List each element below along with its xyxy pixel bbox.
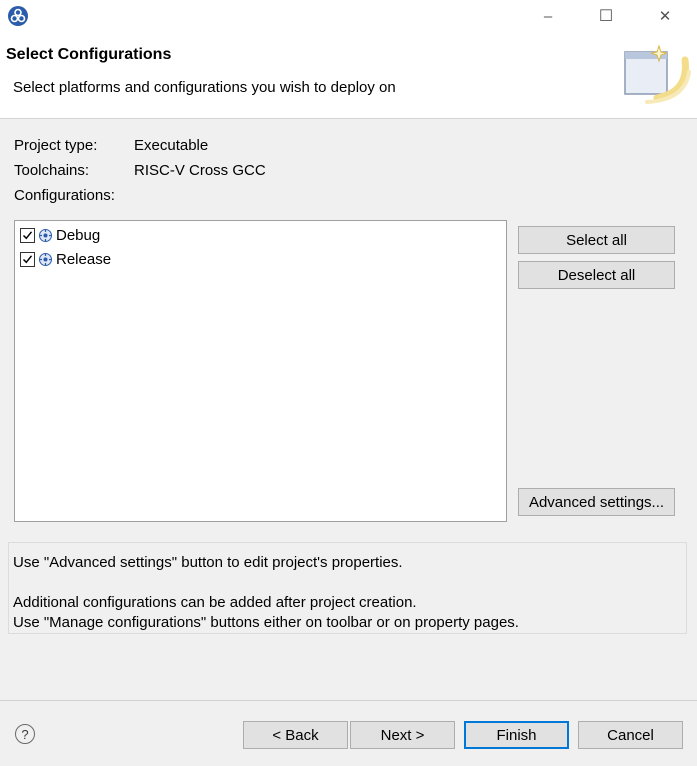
info-line: Additional configurations can be added a…	[13, 594, 417, 611]
wizard-header: Select Configurations Select platforms a…	[0, 34, 697, 119]
configuration-icon	[39, 252, 52, 266]
cancel-button[interactable]: Cancel	[578, 721, 683, 749]
info-line: Use "Advanced settings" button to edit p…	[13, 554, 403, 571]
list-item-debug[interactable]: Debug	[20, 224, 100, 246]
configuration-label: Release	[56, 250, 112, 268]
eclipse-app-icon	[8, 6, 28, 26]
minimize-button[interactable]: –	[533, 4, 563, 28]
checkmark-icon	[22, 254, 33, 263]
project-type-value: Executable	[134, 137, 209, 154]
select-all-button[interactable]: Select all	[518, 226, 675, 254]
list-item-release[interactable]: Release	[20, 248, 111, 270]
close-button[interactable]: ✕	[650, 4, 680, 28]
project-type-label: Project type:	[14, 137, 98, 154]
page-title: Select Configurations	[6, 46, 172, 63]
toolchains-label: Toolchains:	[14, 162, 90, 179]
finish-button[interactable]: Finish	[464, 721, 569, 749]
info-panel: Use "Advanced settings" button to edit p…	[8, 542, 687, 634]
configurations-label: Configurations:	[14, 187, 115, 204]
info-line: Use "Manage configurations" buttons eith…	[13, 614, 519, 631]
checkmark-icon	[22, 230, 33, 239]
title-bar: – ☐ ✕	[0, 0, 697, 34]
maximize-button[interactable]: ☐	[591, 4, 621, 28]
deselect-all-button[interactable]: Deselect all	[518, 261, 675, 289]
page-description: Select platforms and configurations you …	[13, 79, 396, 96]
help-icon[interactable]: ?	[15, 724, 35, 744]
checkbox-debug[interactable]	[20, 227, 35, 243]
next-button[interactable]: Next >	[350, 721, 455, 749]
toolchains-value: RISC-V Cross GCC	[134, 162, 266, 179]
configuration-label: Debug	[56, 226, 101, 244]
back-button[interactable]: < Back	[243, 721, 348, 749]
configurations-list[interactable]: Debug Release	[14, 220, 507, 522]
advanced-settings-button[interactable]: Advanced settings...	[518, 488, 675, 516]
wizard-banner-icon	[624, 44, 691, 104]
checkbox-release[interactable]	[20, 251, 35, 267]
configuration-icon	[39, 228, 52, 242]
footer-separator	[0, 700, 697, 701]
